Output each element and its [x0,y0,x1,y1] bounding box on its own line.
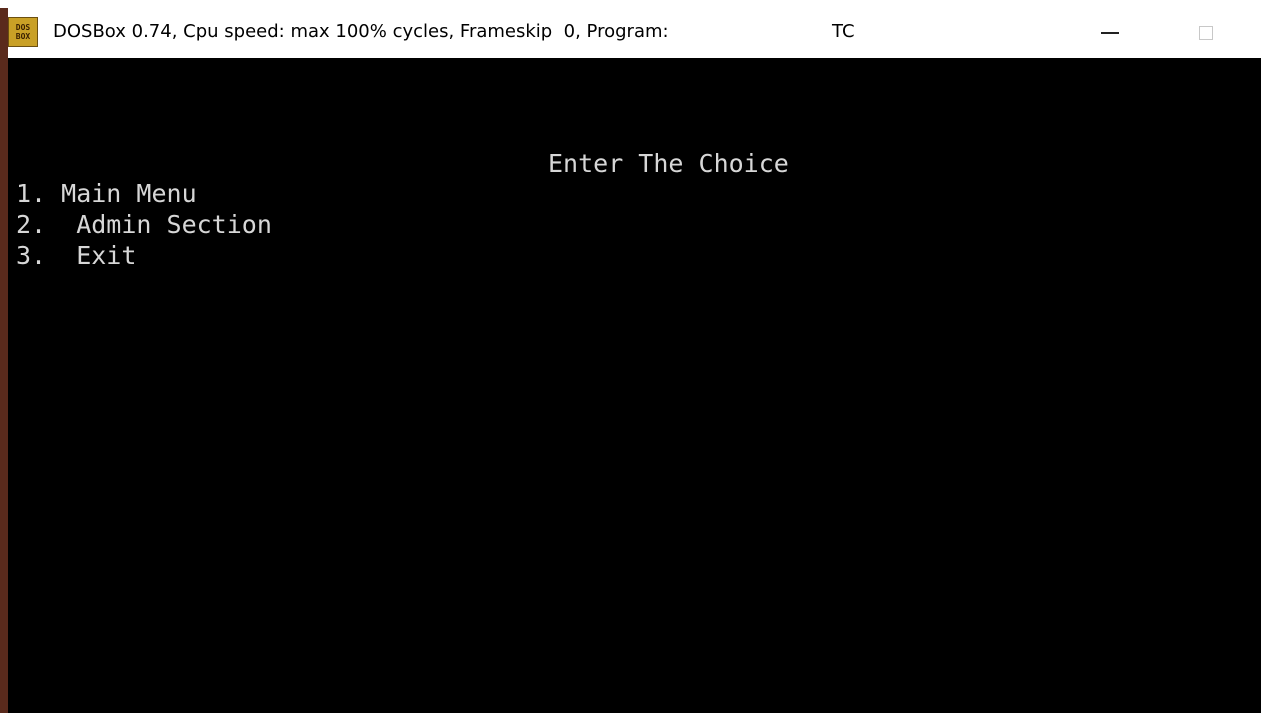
maximize-button[interactable] [1183,15,1229,51]
maximize-icon [1199,26,1213,40]
dos-screen[interactable]: Enter The Choice 1. Main Menu 2. Admin S… [8,58,1261,713]
dosbox-window: DOS BOX DOSBox 0.74, Cpu speed: max 100%… [0,0,1261,713]
icon-text-bottom: BOX [15,32,31,41]
minimize-button[interactable] [1087,15,1133,51]
program-name: TC [832,21,855,42]
dosbox-icon[interactable]: DOS BOX [8,17,38,47]
window-left-edge [0,8,8,713]
icon-text-top: DOS [15,23,31,32]
menu-heading: Enter The Choice [548,149,789,178]
menu-option-admin-section: 2. Admin Section [16,210,272,239]
menu-option-exit: 3. Exit [16,241,137,270]
minimize-icon [1101,32,1119,34]
window-title: DOSBox 0.74, Cpu speed: max 100% cycles,… [53,21,669,42]
menu-option-main-menu: 1. Main Menu [16,179,197,208]
